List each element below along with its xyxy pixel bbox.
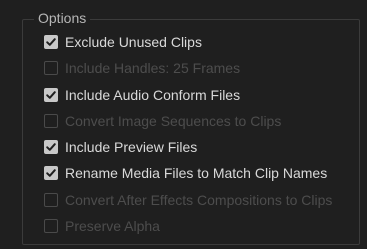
option-rename-media-files[interactable]: Rename Media Files to Match Clip Names bbox=[44, 163, 327, 183]
checkmark-icon[interactable] bbox=[44, 88, 58, 102]
option-label: Convert After Effects Compositions to Cl… bbox=[65, 192, 333, 208]
option-convert-image-sequences[interactable]: Convert Image Sequences to Clips bbox=[44, 111, 281, 131]
option-label: Include Preview Files bbox=[65, 139, 198, 155]
option-label: Include Audio Conform Files bbox=[65, 87, 241, 103]
checkmark-icon[interactable] bbox=[44, 166, 58, 180]
empty-checkbox-icon[interactable] bbox=[44, 219, 58, 233]
option-label: Convert Image Sequences to Clips bbox=[65, 113, 282, 129]
checkmark-icon[interactable] bbox=[44, 140, 58, 154]
options-section-title: Options bbox=[34, 10, 91, 26]
option-label: Exclude Unused Clips bbox=[65, 34, 202, 50]
empty-checkbox-icon[interactable] bbox=[44, 61, 58, 75]
option-label: Rename Media Files to Match Clip Names bbox=[65, 165, 328, 181]
empty-checkbox-icon[interactable] bbox=[44, 114, 58, 128]
empty-checkbox-icon[interactable] bbox=[44, 193, 58, 207]
option-include-audio-conform-files[interactable]: Include Audio Conform Files bbox=[44, 85, 240, 105]
options-panel: Options Exclude Unused Clips Include Han… bbox=[0, 0, 367, 249]
option-label: Include Handles: 25 Frames bbox=[65, 60, 241, 76]
checkmark-icon[interactable] bbox=[44, 35, 58, 49]
option-include-handles[interactable]: Include Handles: 25 Frames bbox=[44, 58, 240, 78]
option-include-preview-files[interactable]: Include Preview Files bbox=[44, 137, 197, 157]
option-convert-after-effects[interactable]: Convert After Effects Compositions to Cl… bbox=[44, 190, 332, 210]
option-exclude-unused-clips[interactable]: Exclude Unused Clips bbox=[44, 32, 202, 52]
option-preserve-alpha[interactable]: Preserve Alpha bbox=[44, 216, 160, 236]
options-group-frame bbox=[22, 19, 360, 245]
option-label: Preserve Alpha bbox=[65, 218, 160, 234]
